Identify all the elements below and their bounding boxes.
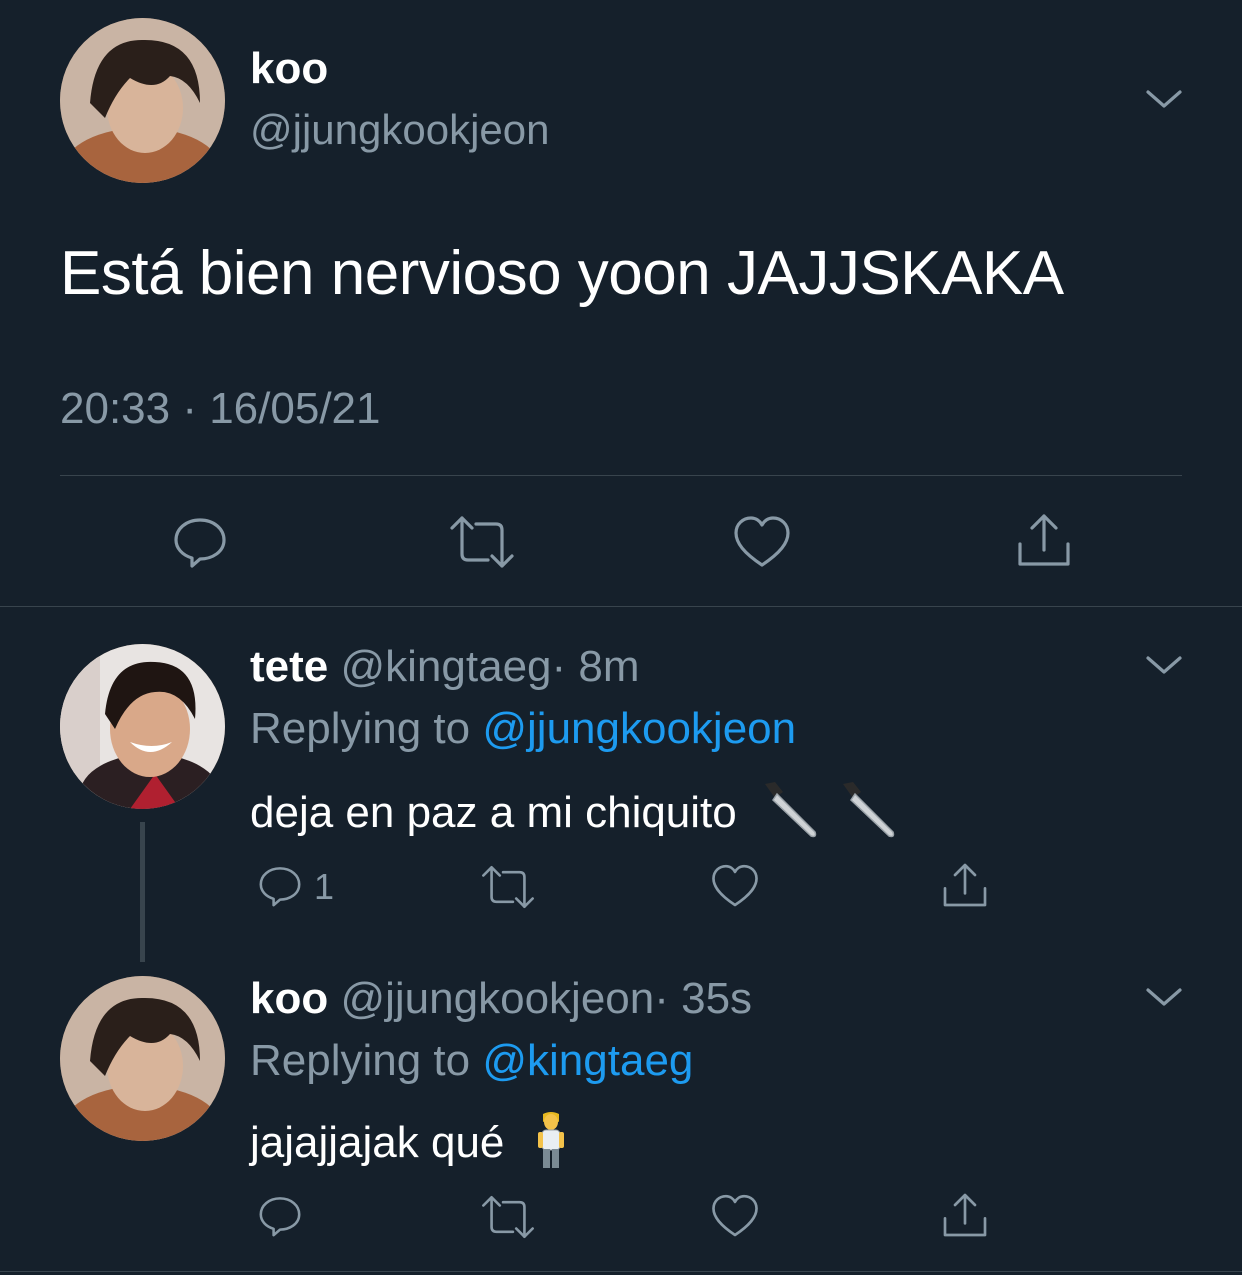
retweet-icon[interactable] bbox=[448, 514, 516, 570]
display-name[interactable]: tete bbox=[250, 642, 328, 691]
chevron-down-icon[interactable] bbox=[1144, 86, 1184, 112]
like-icon[interactable] bbox=[732, 513, 792, 571]
reply-text-row: jajajjajak qué bbox=[250, 1110, 571, 1181]
reply-count: 1 bbox=[314, 866, 335, 907]
kitchen-knife-icon bbox=[837, 778, 901, 853]
reply-header: tete @kingtaeg· 8m bbox=[250, 642, 640, 692]
like-icon[interactable] bbox=[710, 1192, 760, 1240]
chevron-down-icon[interactable] bbox=[1144, 652, 1184, 678]
reply-time: · 8m bbox=[551, 642, 640, 691]
replying-prefix: Replying to bbox=[250, 704, 483, 753]
retweet-icon[interactable] bbox=[480, 864, 536, 910]
kitchen-knife-icon bbox=[759, 778, 823, 853]
share-icon[interactable] bbox=[1014, 510, 1074, 570]
handle[interactable]: @jjungkookjeon bbox=[340, 974, 654, 1023]
avatar[interactable] bbox=[60, 18, 225, 183]
standing-person-icon bbox=[531, 1110, 571, 1181]
reply-text: deja en paz a mi chiquito bbox=[250, 788, 737, 838]
replying-prefix: Replying to bbox=[250, 1036, 483, 1085]
handle[interactable]: @jjungkookjeon bbox=[250, 106, 550, 154]
share-icon[interactable] bbox=[940, 860, 990, 910]
retweet-icon[interactable] bbox=[480, 1194, 536, 1240]
replying-to: Replying to @kingtaeg bbox=[250, 1036, 693, 1086]
reply-icon[interactable] bbox=[256, 862, 304, 910]
handle[interactable]: @kingtaeg bbox=[340, 642, 551, 691]
avatar[interactable] bbox=[60, 976, 225, 1141]
section-divider bbox=[0, 606, 1242, 607]
divider bbox=[60, 475, 1182, 476]
reply-text-row: deja en paz a mi chiquito bbox=[250, 778, 901, 853]
reply-header: koo @jjungkookjeon· 35s bbox=[250, 974, 752, 1024]
display-name[interactable]: koo bbox=[250, 974, 328, 1023]
reply-icon[interactable] bbox=[170, 512, 230, 572]
mention-link[interactable]: @kingtaeg bbox=[482, 1036, 693, 1085]
avatar[interactable] bbox=[60, 644, 225, 809]
tweet-text: Está bien nervioso yoon JAJJSKAKA bbox=[60, 239, 1064, 308]
reply-icon[interactable] bbox=[256, 1192, 304, 1240]
timestamp: 20:33 · 16/05/21 bbox=[60, 384, 381, 433]
thread-line bbox=[140, 822, 145, 962]
reply-text: jajajjajak qué bbox=[250, 1118, 505, 1168]
reply-time: · 35s bbox=[654, 974, 753, 1023]
share-icon[interactable] bbox=[940, 1190, 990, 1240]
mention-link[interactable]: @jjungkookjeon bbox=[482, 704, 796, 753]
chevron-down-icon[interactable] bbox=[1144, 984, 1184, 1010]
like-icon[interactable] bbox=[710, 862, 760, 910]
replying-to: Replying to @jjungkookjeon bbox=[250, 704, 796, 754]
bottom-divider bbox=[0, 1271, 1242, 1272]
display-name[interactable]: koo bbox=[250, 44, 328, 94]
